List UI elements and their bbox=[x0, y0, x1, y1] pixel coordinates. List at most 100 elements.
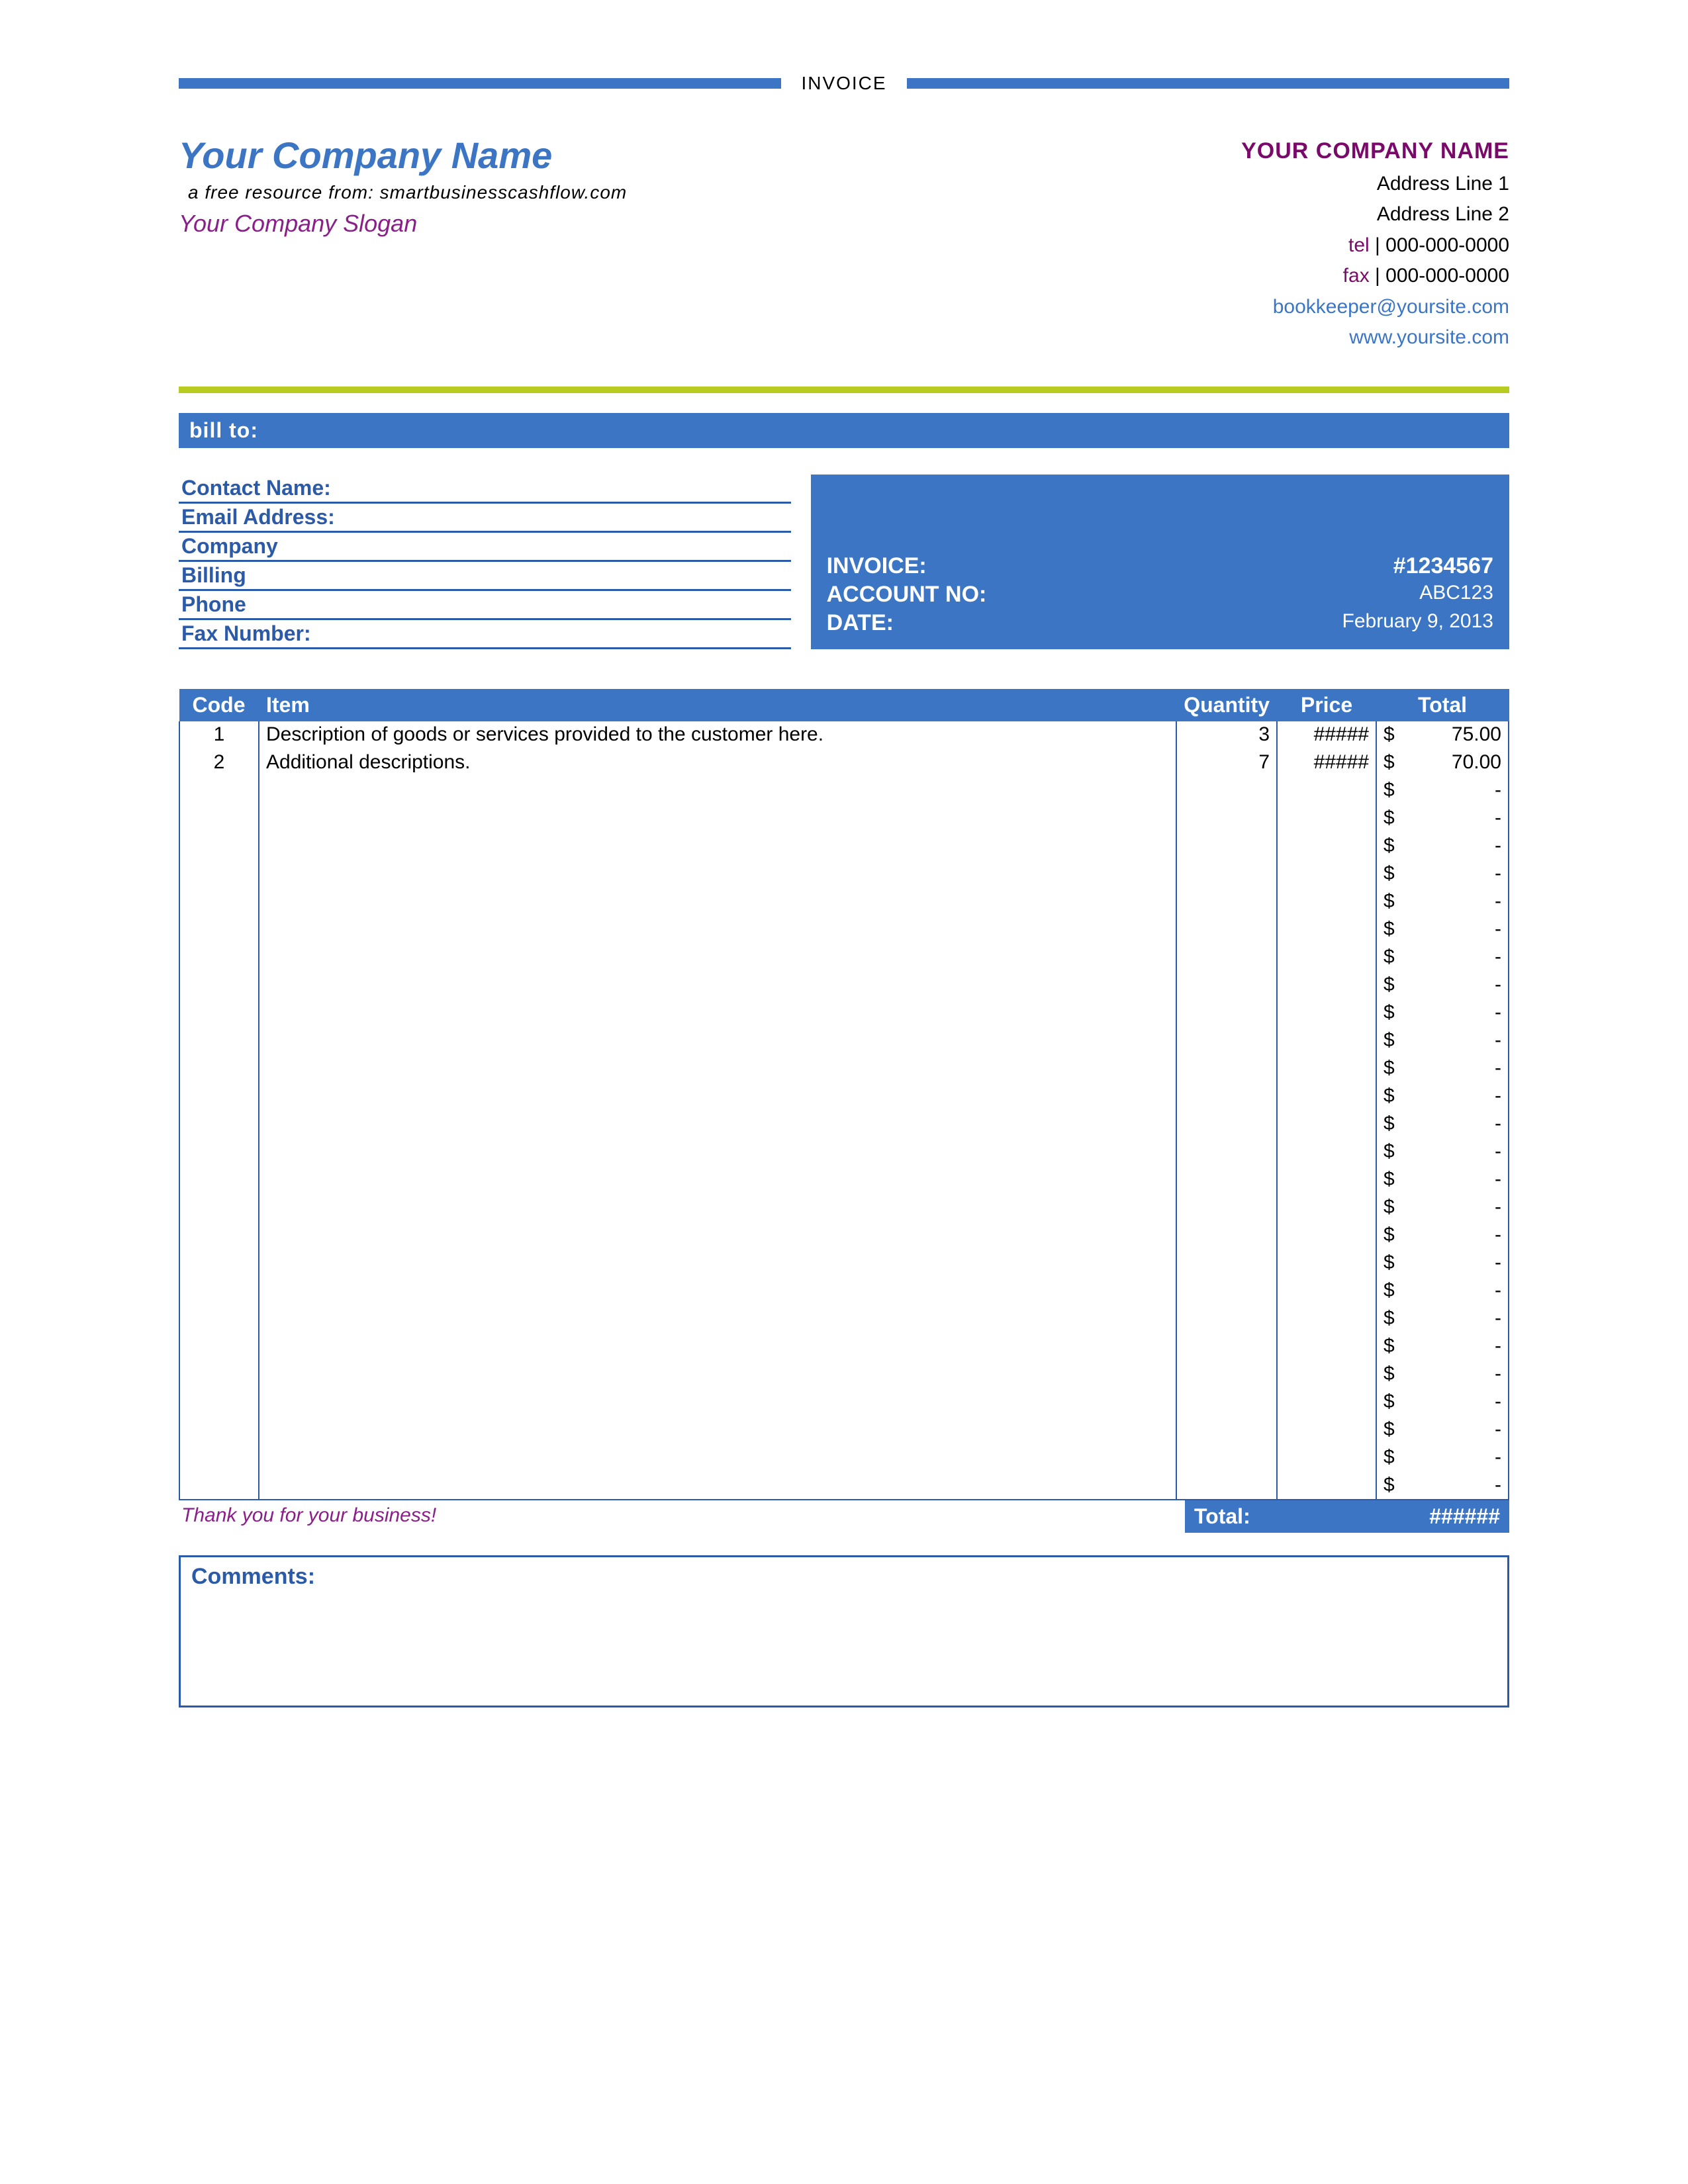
cell-price bbox=[1277, 888, 1376, 916]
cell-code bbox=[179, 999, 259, 1027]
cell-price bbox=[1277, 1444, 1376, 1472]
cell-item bbox=[259, 1111, 1176, 1138]
cell-item bbox=[259, 1361, 1176, 1388]
cell-total: $- bbox=[1376, 1333, 1509, 1361]
cell-code bbox=[179, 944, 259, 972]
cell-qty bbox=[1176, 1472, 1277, 1500]
table-row: $- bbox=[179, 777, 1509, 805]
cell-code bbox=[179, 1166, 259, 1194]
cell-price bbox=[1277, 972, 1376, 999]
cell-qty bbox=[1176, 1388, 1277, 1416]
table-row: $- bbox=[179, 1138, 1509, 1166]
cell-total: $- bbox=[1376, 1138, 1509, 1166]
cell-code bbox=[179, 972, 259, 999]
cell-price bbox=[1277, 1138, 1376, 1166]
cell-code bbox=[179, 860, 259, 888]
resource-line: a free resource from: smartbusinesscashf… bbox=[188, 182, 627, 203]
cell-item bbox=[259, 999, 1176, 1027]
cell-price bbox=[1277, 999, 1376, 1027]
table-row: $- bbox=[179, 833, 1509, 860]
document-title: INVOICE bbox=[801, 73, 886, 94]
cell-item bbox=[259, 1222, 1176, 1250]
cell-item bbox=[259, 1388, 1176, 1416]
table-row: $- bbox=[179, 1361, 1509, 1388]
cell-code bbox=[179, 888, 259, 916]
rule-bar-right bbox=[907, 78, 1509, 89]
cell-qty: 7 bbox=[1176, 749, 1277, 777]
cell-price bbox=[1277, 1333, 1376, 1361]
cell-code bbox=[179, 1027, 259, 1055]
cell-price bbox=[1277, 1222, 1376, 1250]
cell-item bbox=[259, 860, 1176, 888]
cell-price bbox=[1277, 1111, 1376, 1138]
cell-item: Description of goods or services provide… bbox=[259, 721, 1176, 749]
cell-total: $- bbox=[1376, 1388, 1509, 1416]
cell-total: $70.00 bbox=[1376, 749, 1509, 777]
table-row: $- bbox=[179, 1111, 1509, 1138]
cell-code bbox=[179, 1333, 259, 1361]
cell-total: $- bbox=[1376, 1472, 1509, 1500]
cell-code bbox=[179, 1055, 259, 1083]
cell-item bbox=[259, 1472, 1176, 1500]
table-row: $- bbox=[179, 1388, 1509, 1416]
company-slogan: Your Company Slogan bbox=[179, 210, 627, 238]
table-row: $- bbox=[179, 1055, 1509, 1083]
cell-code: 2 bbox=[179, 749, 259, 777]
cell-code bbox=[179, 1111, 259, 1138]
cell-price bbox=[1277, 1277, 1376, 1305]
cell-item bbox=[259, 1166, 1176, 1194]
table-row: $- bbox=[179, 1250, 1509, 1277]
fax-line: fax | 000-000-0000 bbox=[1241, 261, 1509, 292]
cell-code bbox=[179, 1083, 259, 1111]
cell-price bbox=[1277, 944, 1376, 972]
cell-code bbox=[179, 916, 259, 944]
address-line-2: Address Line 2 bbox=[1241, 199, 1509, 230]
table-row: $- bbox=[179, 1166, 1509, 1194]
cell-item bbox=[259, 1250, 1176, 1277]
cell-code bbox=[179, 805, 259, 833]
cell-total: $- bbox=[1376, 888, 1509, 916]
cell-total: $- bbox=[1376, 1194, 1509, 1222]
cell-total: $- bbox=[1376, 1444, 1509, 1472]
cell-price bbox=[1277, 1194, 1376, 1222]
tel-label: tel bbox=[1348, 234, 1370, 256]
cell-price bbox=[1277, 1416, 1376, 1444]
cell-qty bbox=[1176, 1194, 1277, 1222]
cell-price: ##### bbox=[1277, 749, 1376, 777]
cell-qty bbox=[1176, 805, 1277, 833]
col-quantity: Quantity bbox=[1176, 689, 1277, 721]
cell-qty bbox=[1176, 944, 1277, 972]
cell-code bbox=[179, 1361, 259, 1388]
account-no-value: ABC123 bbox=[1419, 582, 1493, 608]
table-row: $- bbox=[179, 888, 1509, 916]
invoice-no-label: INVOICE: bbox=[827, 553, 927, 579]
cell-price bbox=[1277, 1166, 1376, 1194]
cell-price: ##### bbox=[1277, 721, 1376, 749]
table-row: $- bbox=[179, 1305, 1509, 1333]
cell-qty bbox=[1176, 1277, 1277, 1305]
cell-total: $- bbox=[1376, 1277, 1509, 1305]
website-link: www.yoursite.com bbox=[1241, 322, 1509, 353]
date-value: February 9, 2013 bbox=[1342, 610, 1493, 636]
fax-number: 000-000-0000 bbox=[1385, 265, 1509, 287]
cell-item bbox=[259, 1027, 1176, 1055]
table-row: $- bbox=[179, 1027, 1509, 1055]
green-divider bbox=[179, 387, 1509, 393]
cell-qty bbox=[1176, 1444, 1277, 1472]
grand-total-value: ###### bbox=[1429, 1504, 1500, 1529]
grand-total-label: Total: bbox=[1194, 1504, 1250, 1529]
cell-qty bbox=[1176, 916, 1277, 944]
cell-code bbox=[179, 1416, 259, 1444]
col-code: Code bbox=[179, 689, 259, 721]
table-row: $- bbox=[179, 916, 1509, 944]
cell-code bbox=[179, 1194, 259, 1222]
table-row: $- bbox=[179, 1333, 1509, 1361]
cell-item bbox=[259, 1416, 1176, 1444]
top-rule: INVOICE bbox=[179, 73, 1509, 94]
cell-qty bbox=[1176, 1222, 1277, 1250]
cell-item bbox=[259, 833, 1176, 860]
cell-qty: 3 bbox=[1176, 721, 1277, 749]
cell-qty bbox=[1176, 1083, 1277, 1111]
cell-qty bbox=[1176, 1166, 1277, 1194]
cell-total: $- bbox=[1376, 1250, 1509, 1277]
